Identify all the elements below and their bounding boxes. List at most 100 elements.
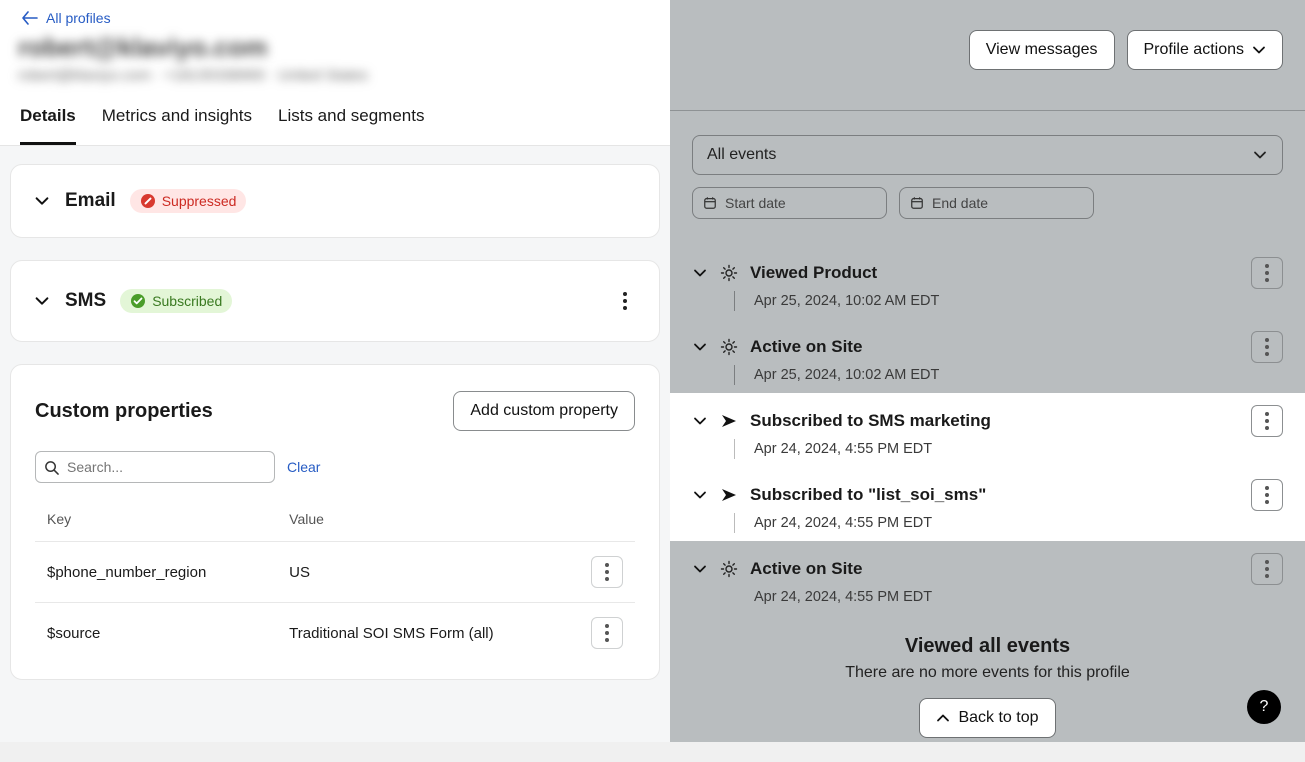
more-icon — [1265, 338, 1269, 356]
event-menu-button[interactable] — [1251, 553, 1283, 585]
email-channel-card: Email Suppressed — [10, 164, 660, 238]
arrow-left-icon — [22, 11, 38, 25]
prop-row-menu[interactable] — [591, 617, 623, 649]
chevron-down-icon[interactable] — [692, 413, 708, 429]
event-item: Active on Site Apr 25, 2024, 10:02 AM EDT — [670, 319, 1305, 393]
event-timestamp: Apr 24, 2024, 4:55 PM EDT — [754, 441, 1283, 457]
events-list: Viewed Product Apr 25, 2024, 10:02 AM EDT… — [670, 245, 1305, 615]
event-timestamp: Apr 24, 2024, 4:55 PM EDT — [754, 589, 1283, 605]
event-timestamp: Apr 25, 2024, 10:02 AM EDT — [754, 293, 1283, 309]
event-item: Subscribed to "list_soi_sms" Apr 24, 2024… — [670, 467, 1305, 541]
event-title: Subscribed to "list_soi_sms" — [750, 485, 986, 505]
prop-key: $source — [35, 603, 277, 664]
more-icon — [605, 563, 609, 581]
end-date-placeholder: End date — [932, 195, 988, 211]
event-menu-button[interactable] — [1251, 331, 1283, 363]
gear-icon — [720, 560, 738, 578]
profile-tabs: Details Metrics and insights Lists and s… — [0, 96, 670, 146]
properties-key-header: Key — [35, 503, 277, 542]
search-icon — [44, 460, 59, 475]
profile-actions-button[interactable]: Profile actions — [1127, 30, 1284, 70]
start-date-input[interactable]: Start date — [692, 187, 887, 219]
properties-clear[interactable]: Clear — [287, 459, 320, 475]
chevron-down-icon[interactable] — [33, 192, 51, 210]
view-messages-button[interactable]: View messages — [969, 30, 1115, 70]
properties-value-header: Value — [277, 503, 579, 542]
left-body: Email Suppressed SMS Subscribed — [0, 146, 670, 742]
suppressed-icon — [140, 193, 156, 209]
back-all-profiles[interactable]: All profiles — [0, 0, 670, 32]
tab-details[interactable]: Details — [20, 96, 76, 145]
custom-properties-title: Custom properties — [35, 400, 213, 423]
more-icon — [1265, 486, 1269, 504]
more-icon — [623, 292, 627, 310]
more-icon — [1265, 264, 1269, 282]
sms-more-button[interactable] — [613, 285, 637, 317]
gear-icon — [720, 264, 738, 282]
email-badge-text: Suppressed — [162, 193, 237, 209]
event-timestamp: Apr 24, 2024, 4:55 PM EDT — [754, 515, 1283, 531]
viewed-all-sub: There are no more events for this profil… — [670, 664, 1305, 682]
sms-subscribed-badge: Subscribed — [120, 289, 232, 313]
event-menu-button[interactable] — [1251, 405, 1283, 437]
event-item: Viewed Product Apr 25, 2024, 10:02 AM EDT — [670, 245, 1305, 319]
event-filter-select[interactable]: All events — [692, 135, 1283, 175]
calendar-icon — [910, 196, 924, 210]
event-filter-label: All events — [707, 146, 776, 164]
profile-actions-label: Profile actions — [1144, 41, 1245, 59]
viewed-all-title: Viewed all events — [670, 635, 1305, 658]
chevron-down-icon[interactable] — [33, 292, 51, 310]
event-menu-button[interactable] — [1251, 257, 1283, 289]
event-item: Active on Site Apr 24, 2024, 4:55 PM EDT — [670, 541, 1305, 615]
chevron-down-icon[interactable] — [692, 561, 708, 577]
more-icon — [1265, 412, 1269, 430]
chevron-up-icon — [936, 711, 950, 725]
chevron-down-icon[interactable] — [692, 339, 708, 355]
add-custom-property-button[interactable]: Add custom property — [453, 391, 635, 431]
events-footer: Viewed all events There are no more even… — [670, 615, 1305, 762]
chevron-down-icon — [1252, 43, 1266, 57]
event-timestamp: Apr 25, 2024, 10:02 AM EDT — [754, 367, 1283, 383]
prop-row-menu[interactable] — [591, 556, 623, 588]
check-circle-icon — [130, 293, 146, 309]
chevron-down-icon — [1252, 147, 1268, 163]
properties-row: $source Traditional SOI SMS Form (all) — [35, 603, 635, 664]
properties-table: Key Value $phone_number_region US $sourc… — [35, 503, 635, 663]
event-title: Subscribed to SMS marketing — [750, 411, 991, 431]
properties-search-input[interactable] — [65, 458, 266, 476]
end-date-input[interactable]: End date — [899, 187, 1094, 219]
calendar-icon — [703, 196, 717, 210]
tab-metrics[interactable]: Metrics and insights — [102, 96, 252, 145]
help-fab[interactable]: ? — [1247, 690, 1281, 724]
properties-row: $phone_number_region US — [35, 542, 635, 603]
prop-value: Traditional SOI SMS Form (all) — [277, 603, 579, 664]
profile-subline: robert@klaviyo.com · +18135338969 · Unit… — [18, 67, 648, 84]
klaviyo-icon — [720, 412, 738, 430]
back-to-top-button[interactable]: Back to top — [919, 698, 1055, 738]
sms-channel-card: SMS Subscribed — [10, 260, 660, 342]
klaviyo-icon — [720, 486, 738, 504]
more-icon — [605, 624, 609, 642]
right-actions: View messages Profile actions — [670, 0, 1305, 110]
back-to-top-label: Back to top — [958, 709, 1038, 727]
prop-key: $phone_number_region — [35, 542, 277, 603]
event-title: Viewed Product — [750, 263, 877, 283]
back-link-label: All profiles — [46, 10, 111, 26]
more-icon — [1265, 560, 1269, 578]
tab-lists[interactable]: Lists and segments — [278, 96, 424, 145]
start-date-placeholder: Start date — [725, 195, 786, 211]
email-suppressed-badge: Suppressed — [130, 189, 247, 213]
event-menu-button[interactable] — [1251, 479, 1283, 511]
chevron-down-icon[interactable] — [692, 265, 708, 281]
prop-value: US — [277, 542, 579, 603]
sms-badge-text: Subscribed — [152, 293, 222, 309]
profile-header: robert@klaviyo.com robert@klaviyo.com · … — [0, 32, 670, 86]
chevron-down-icon[interactable] — [692, 487, 708, 503]
profile-email: robert@klaviyo.com — [18, 32, 648, 63]
event-title: Active on Site — [750, 559, 862, 579]
gear-icon — [720, 338, 738, 356]
sms-title: SMS — [65, 290, 106, 312]
properties-search[interactable] — [35, 451, 275, 483]
event-title: Active on Site — [750, 337, 862, 357]
event-item: Subscribed to SMS marketing Apr 24, 2024,… — [670, 393, 1305, 467]
